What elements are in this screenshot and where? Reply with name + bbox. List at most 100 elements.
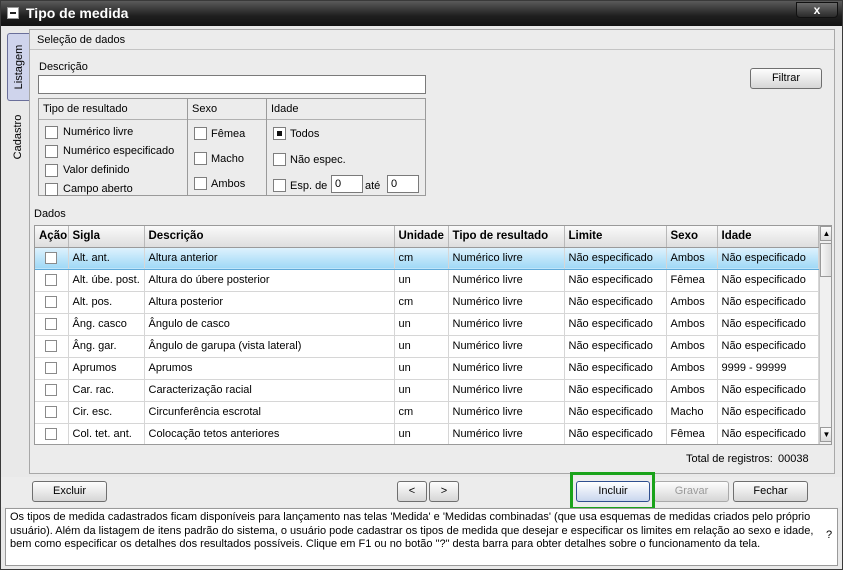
row-checkbox-cell[interactable] [35, 423, 69, 444]
cell-descricao: Colocação tetos anteriores [144, 423, 395, 444]
listagem-panel: Seleção de dados Descrição Filtrar Tipo … [29, 29, 835, 474]
cb-esp-de[interactable] [273, 179, 286, 192]
tab-cadastro-label: Cadastro [12, 114, 24, 160]
row-checkbox-cell[interactable] [35, 313, 69, 336]
cell-unidade: cm [394, 247, 449, 270]
row-checkbox[interactable] [45, 362, 58, 375]
tab-cadastro[interactable]: Cadastro [7, 105, 29, 169]
cb-numerico-especificado[interactable] [45, 145, 58, 158]
row-checkbox-cell[interactable] [35, 401, 69, 424]
row-checkbox[interactable] [45, 274, 58, 287]
cell-unidade: cm [394, 291, 449, 314]
grid-scrollbar[interactable]: ▲ ▼ [819, 226, 831, 444]
cell-limite: Não especificado [564, 247, 667, 270]
col-sexo[interactable]: Sexo [666, 226, 718, 248]
descricao-input[interactable] [38, 75, 426, 94]
cell-sigla: Cir. esc. [68, 401, 145, 424]
cell-limite: Não especificado [564, 357, 667, 380]
row-checkbox-cell[interactable] [35, 269, 69, 292]
side-tabs: Listagem Cadastro [5, 31, 29, 471]
sexo-title: Sexo [192, 103, 218, 115]
col-unidade[interactable]: Unidade [394, 226, 449, 248]
scroll-down-arrow-icon[interactable]: ▼ [820, 427, 831, 442]
row-checkbox-cell[interactable] [35, 335, 69, 358]
row-checkbox[interactable] [45, 318, 58, 331]
close-button[interactable]: x [796, 2, 838, 18]
row-checkbox-cell[interactable] [35, 379, 69, 402]
cell-tipo: Numérico livre [448, 269, 565, 292]
label-numerico-livre: Numérico livre [63, 126, 134, 138]
col-idade[interactable]: Idade [717, 226, 819, 248]
label-nao-espec: Não espec. [290, 154, 346, 166]
cell-tipo: Numérico livre [448, 357, 565, 380]
cell-limite: Não especificado [564, 291, 667, 314]
system-menu-icon[interactable] [7, 7, 19, 19]
row-checkbox[interactable] [45, 384, 58, 397]
col-limite[interactable]: Limite [564, 226, 667, 248]
cb-femea[interactable] [194, 127, 207, 140]
row-checkbox-cell[interactable] [35, 357, 69, 380]
cell-sexo: Ambos [666, 313, 718, 336]
table-row[interactable]: Alt. ant. Altura anterior cm Numérico livre… [35, 247, 819, 270]
cb-campo-aberto[interactable] [45, 183, 58, 196]
table-row[interactable]: Car. rac. Caracterização racial un Numérico… [35, 379, 819, 402]
cell-idade: Não especificado [717, 379, 819, 402]
next-button[interactable]: > [429, 481, 459, 502]
help-question-button[interactable]: ? [821, 529, 837, 541]
table-row[interactable]: Âng. casco Ângulo de casco un Numérico livr… [35, 313, 819, 336]
col-tipo-resultado[interactable]: Tipo de resultado [448, 226, 565, 248]
cell-descricao: Altura do úbere posterior [144, 269, 395, 292]
help-text: Os tipos de medida cadastrados ficam dis… [10, 511, 814, 550]
scroll-thumb[interactable] [820, 243, 831, 277]
table-header: Ação Sigla Descrição Unidade Tipo de res… [35, 226, 819, 248]
col-sigla[interactable]: Sigla [68, 226, 145, 248]
row-checkbox[interactable] [45, 252, 58, 265]
table-row[interactable]: Alt. úbe. post. Altura do úbere posterior… [35, 269, 819, 292]
filtrar-button[interactable]: Filtrar [750, 68, 822, 89]
row-checkbox-cell[interactable] [35, 291, 69, 314]
idade-group: Idade Todos Não espec. Esp. de até [266, 98, 426, 196]
cell-limite: Não especificado [564, 379, 667, 402]
col-acao[interactable]: Ação [35, 226, 69, 248]
row-checkbox[interactable] [45, 340, 58, 353]
cell-idade: Não especificado [717, 313, 819, 336]
row-checkbox-cell[interactable] [35, 247, 69, 270]
tab-listagem[interactable]: Listagem [7, 33, 29, 101]
row-checkbox[interactable] [45, 428, 58, 441]
table-row[interactable]: Aprumos Aprumos un Numérico livre Não especi… [35, 357, 819, 380]
row-checkbox[interactable] [45, 296, 58, 309]
table-row[interactable]: Alt. pos. Altura posterior cm Numérico livr… [35, 291, 819, 314]
fechar-button[interactable]: Fechar [733, 481, 808, 502]
cb-ambos[interactable] [194, 177, 207, 190]
table-row[interactable]: Cir. esc. Circunferência escrotal cm Numéri… [35, 401, 819, 424]
cell-tipo: Numérico livre [448, 401, 565, 424]
cb-numerico-livre[interactable] [45, 126, 58, 139]
cell-sigla: Alt. úbe. post. [68, 269, 145, 292]
col-descricao[interactable]: Descrição [144, 226, 395, 248]
cell-unidade: un [394, 269, 449, 292]
scroll-up-arrow-icon[interactable]: ▲ [820, 226, 831, 241]
table-row[interactable]: Âng. gar. Ângulo de garupa (vista lateral… [35, 335, 819, 358]
tipo-resultado-group: Tipo de resultado Numérico livre Numéric… [38, 98, 188, 196]
cell-unidade: un [394, 313, 449, 336]
row-checkbox[interactable] [45, 406, 58, 419]
cell-descricao: Ângulo de casco [144, 313, 395, 336]
title-bar[interactable]: Tipo de medida x [1, 1, 842, 26]
idade-ate-input[interactable] [387, 175, 419, 193]
gravar-button[interactable]: Gravar [654, 481, 729, 502]
cell-limite: Não especificado [564, 313, 667, 336]
excluir-button[interactable]: Excluir [32, 481, 107, 502]
cb-macho[interactable] [194, 152, 207, 165]
cell-sigla: Alt. pos. [68, 291, 145, 314]
label-numerico-especificado: Numérico especificado [63, 145, 175, 157]
cb-nao-espec[interactable] [273, 153, 286, 166]
idade-de-input[interactable] [331, 175, 363, 193]
cell-idade: Não especificado [717, 291, 819, 314]
cb-valor-definido[interactable] [45, 164, 58, 177]
cell-idade: Não especificado [717, 247, 819, 270]
prev-button[interactable]: < [397, 481, 427, 502]
dados-grid[interactable]: Ação Sigla Descrição Unidade Tipo de res… [34, 225, 832, 445]
table-row[interactable]: Col. tet. ant. Colocação tetos anteriores… [35, 423, 819, 444]
cell-descricao: Altura posterior [144, 291, 395, 314]
cb-todos[interactable] [273, 127, 286, 140]
